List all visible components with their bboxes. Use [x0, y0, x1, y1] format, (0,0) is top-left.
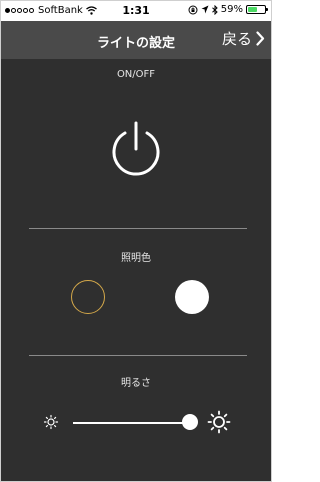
rotation-lock-icon [188, 5, 198, 14]
status-bar: SoftBank 1:31 59% [1, 1, 271, 21]
battery-icon [246, 5, 268, 14]
power-button[interactable] [108, 119, 164, 179]
app-screen: SoftBank 1:31 59% ライトの設定 戻る ON/OFF 照明色 明… [0, 0, 272, 482]
bluetooth-icon [211, 4, 218, 15]
back-button-label: 戻る [221, 30, 252, 48]
navigation-bar: ライトの設定 戻る [1, 21, 271, 59]
location-arrow-icon [201, 5, 209, 14]
brightness-high-icon [207, 410, 231, 434]
chevron-right-icon [256, 31, 265, 46]
brightness-section-label: 明るさ [121, 378, 151, 389]
section-divider [29, 355, 247, 356]
cool-color-option[interactable] [175, 280, 209, 314]
power-section-label: ON/OFF [116, 69, 156, 80]
back-button[interactable]: 戻る [222, 28, 265, 49]
slider-thumb[interactable] [181, 414, 198, 430]
brightness-slider[interactable] [73, 413, 198, 433]
slider-track [73, 422, 197, 424]
warm-color-option[interactable] [71, 280, 105, 314]
battery-percent: 59% [220, 4, 243, 15]
color-section-label: 照明色 [121, 253, 151, 264]
section-divider [29, 228, 247, 229]
brightness-low-icon [43, 414, 59, 430]
